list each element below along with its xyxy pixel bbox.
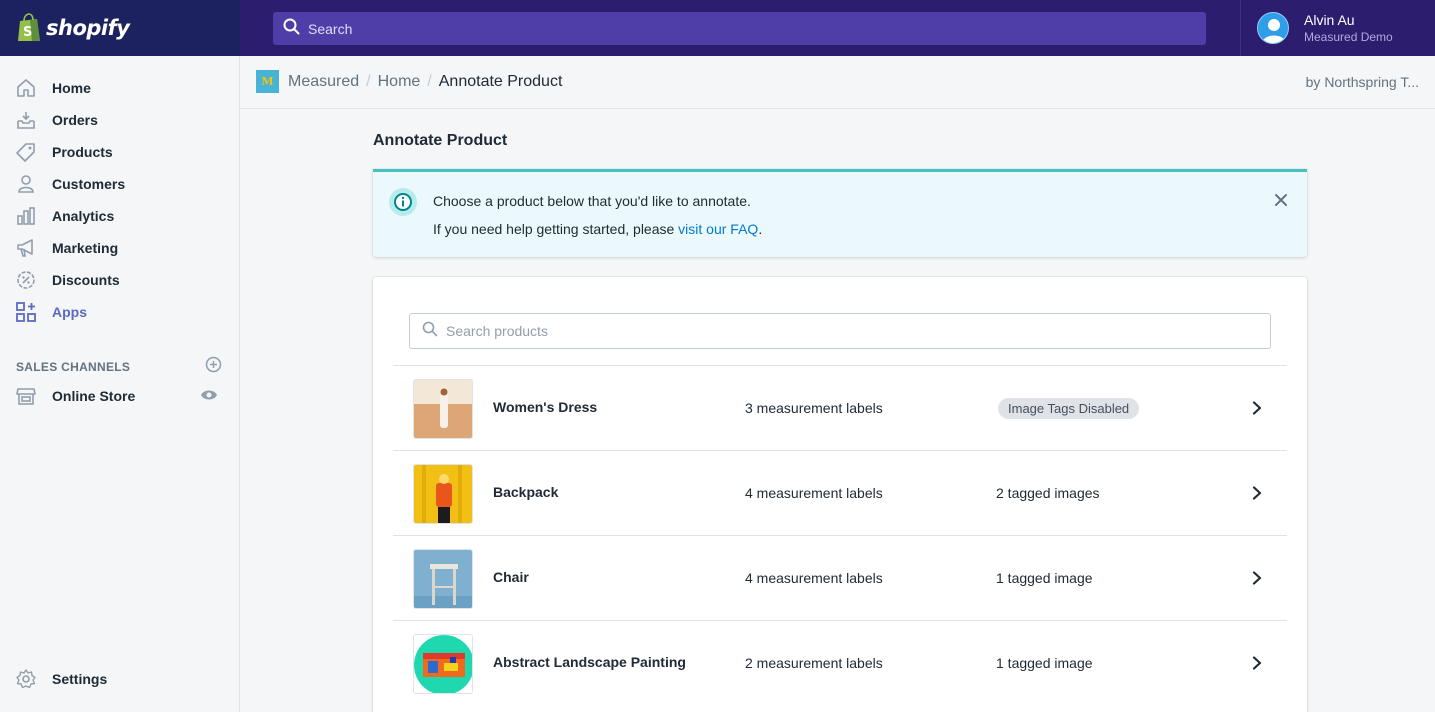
avatar xyxy=(1257,12,1289,44)
product-thumbnail xyxy=(413,549,473,609)
product-row[interactable]: Backpack 4 measurement labels 2 tagged i… xyxy=(393,450,1287,535)
breadcrumb-current: Annotate Product xyxy=(438,72,563,90)
chevron-right-icon[interactable] xyxy=(1251,571,1263,585)
sidebar-item-label: Online Store xyxy=(52,388,136,404)
product-name: Abstract Landscape Painting xyxy=(493,654,686,670)
product-search-field[interactable] xyxy=(409,313,1271,349)
add-sales-channel-icon[interactable] xyxy=(205,356,222,378)
person-icon xyxy=(16,174,36,194)
product-name: Backpack xyxy=(493,484,559,500)
breadcrumb: M Measured / Home / Annotate Product xyxy=(256,70,562,93)
apps-icon xyxy=(16,302,36,322)
svg-text:S: S xyxy=(23,25,32,40)
sidebar-item-label: Home xyxy=(52,80,91,96)
product-row[interactable]: Chair 4 measurement labels 1 tagged imag… xyxy=(393,535,1287,620)
sidebar-item-label: Orders xyxy=(52,112,98,128)
breadcrumb-home[interactable]: Home xyxy=(378,73,421,91)
product-thumbnail xyxy=(413,634,473,694)
sidebar-item-discounts[interactable]: Discounts xyxy=(0,264,239,296)
page-title: Annotate Product xyxy=(373,132,508,149)
sales-channels-label: SALES CHANNELS xyxy=(16,360,131,374)
sidebar-item-orders[interactable]: Orders xyxy=(0,104,239,136)
product-thumbnail xyxy=(413,379,473,439)
breadcrumb-app[interactable]: Measured xyxy=(288,73,359,91)
megaphone-icon xyxy=(16,238,36,258)
store-name: Measured Demo xyxy=(1304,30,1393,44)
sidebar-item-products[interactable]: Products xyxy=(0,136,239,168)
sales-channels-heading: SALES CHANNELS xyxy=(16,356,222,378)
sidebar-item-home[interactable]: Home xyxy=(0,72,239,104)
home-icon xyxy=(16,78,36,98)
user-menu[interactable]: Alvin Au Measured Demo xyxy=(1240,0,1435,56)
tagged-image-count: 1 tagged image xyxy=(996,570,1093,586)
search-icon xyxy=(422,321,438,342)
measurement-count: 2 measurement labels xyxy=(745,655,883,671)
tagged-image-count: 2 tagged images xyxy=(996,485,1100,501)
banner-help-text: If you need help getting started, please xyxy=(433,221,679,237)
product-row[interactable]: Women's Dress 3 measurement labels Image… xyxy=(393,365,1287,450)
sidebar-item-label: Products xyxy=(52,144,113,160)
product-name: Chair xyxy=(493,569,529,585)
user-name: Alvin Au xyxy=(1304,12,1355,28)
sidebar-item-label: Discounts xyxy=(52,272,120,288)
sidebar-item-label: Marketing xyxy=(52,240,119,256)
product-name: Women's Dress xyxy=(493,399,598,415)
sidebar-item-marketing[interactable]: Marketing xyxy=(0,232,239,264)
product-search-input[interactable] xyxy=(446,323,1246,339)
status-badge: Image Tags Disabled xyxy=(998,398,1140,419)
app-header: M Measured / Home / Annotate Product by … xyxy=(240,56,1435,109)
measurement-count: 4 measurement labels xyxy=(745,570,883,586)
info-banner: Choose a product below that you'd like t… xyxy=(373,169,1307,257)
chevron-right-icon[interactable] xyxy=(1251,656,1263,670)
orders-icon xyxy=(16,110,36,130)
measurement-count: 4 measurement labels xyxy=(745,485,883,501)
chevron-right-icon[interactable] xyxy=(1251,401,1263,415)
breadcrumb-separator: / xyxy=(366,72,371,90)
banner-help-suffix: . xyxy=(758,221,763,237)
bar-chart-icon xyxy=(16,206,36,226)
eye-icon[interactable] xyxy=(200,388,218,407)
tagged-image-count: 1 tagged image xyxy=(996,655,1093,671)
gear-icon xyxy=(16,669,36,689)
global-search[interactable]: Search xyxy=(273,12,1206,45)
store-icon xyxy=(16,386,36,406)
banner-help: If you need help getting started, please… xyxy=(433,221,762,237)
sidebar-item-apps[interactable]: Apps xyxy=(0,296,239,328)
sidebar: Home Orders Products Customers Analytics… xyxy=(0,56,240,712)
sidebar-item-label: Analytics xyxy=(52,208,115,224)
chevron-right-icon[interactable] xyxy=(1251,486,1263,500)
faq-link[interactable]: visit our FAQ xyxy=(678,221,758,237)
sidebar-item-label: Apps xyxy=(52,304,87,320)
shopify-bag-icon: S xyxy=(16,13,42,43)
sidebar-item-online-store[interactable]: Online Store xyxy=(0,380,239,412)
breadcrumb-separator: / xyxy=(427,72,432,90)
sidebar-item-label: Settings xyxy=(52,671,108,687)
banner-message: Choose a product below that you'd like t… xyxy=(433,193,751,209)
search-icon xyxy=(283,18,300,40)
search-placeholder: Search xyxy=(308,20,353,37)
measurement-count: 3 measurement labels xyxy=(745,400,883,416)
discount-icon xyxy=(16,270,36,290)
app-developer-byline[interactable]: by Northspring T... xyxy=(1306,74,1419,90)
sidebar-item-settings[interactable]: Settings xyxy=(0,663,239,695)
measured-app-logo: M xyxy=(256,70,279,93)
close-icon[interactable] xyxy=(1273,192,1289,208)
product-thumbnail xyxy=(413,464,473,524)
sidebar-item-analytics[interactable]: Analytics xyxy=(0,200,239,232)
brand-name: shopify xyxy=(46,16,130,40)
sidebar-item-label: Customers xyxy=(52,176,126,192)
product-list-card: Women's Dress 3 measurement labels Image… xyxy=(373,277,1307,712)
sidebar-item-customers[interactable]: Customers xyxy=(0,168,239,200)
tag-icon xyxy=(16,142,36,162)
product-row[interactable]: Abstract Landscape Painting 2 measuremen… xyxy=(393,620,1287,705)
shopify-logo[interactable]: S shopify xyxy=(0,0,240,56)
info-icon xyxy=(389,188,417,216)
